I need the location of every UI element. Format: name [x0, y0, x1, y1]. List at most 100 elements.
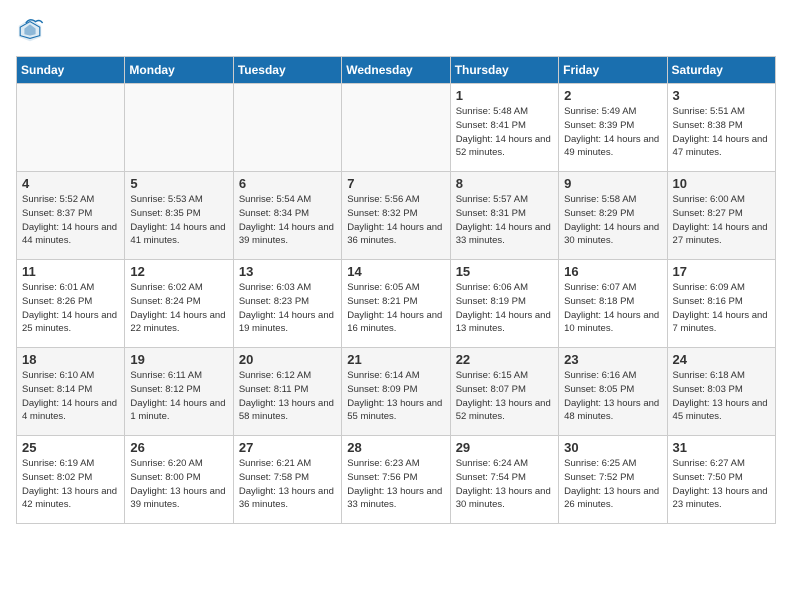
day-number: 10	[673, 176, 770, 191]
header-row: SundayMondayTuesdayWednesdayThursdayFrid…	[17, 57, 776, 84]
calendar-cell: 17 Sunrise: 6:09 AM Sunset: 8:16 PM Dayli…	[667, 260, 775, 348]
calendar-cell	[125, 84, 233, 172]
day-detail: Sunrise: 6:05 AM Sunset: 8:21 PM Dayligh…	[347, 281, 444, 336]
day-number: 19	[130, 352, 227, 367]
day-number: 21	[347, 352, 444, 367]
day-detail: Sunrise: 6:09 AM Sunset: 8:16 PM Dayligh…	[673, 281, 770, 336]
calendar-cell: 30 Sunrise: 6:25 AM Sunset: 7:52 PM Dayli…	[559, 436, 667, 524]
day-number: 4	[22, 176, 119, 191]
day-detail: Sunrise: 5:49 AM Sunset: 8:39 PM Dayligh…	[564, 105, 661, 160]
day-detail: Sunrise: 6:15 AM Sunset: 8:07 PM Dayligh…	[456, 369, 553, 424]
calendar-cell: 16Sunrise: 6:07 AM Sunset: 8:18 PM Dayli…	[559, 260, 667, 348]
calendar-cell: 31 Sunrise: 6:27 AM Sunset: 7:50 PM Dayli…	[667, 436, 775, 524]
day-detail: Sunrise: 6:16 AM Sunset: 8:05 PM Dayligh…	[564, 369, 661, 424]
day-number: 16	[564, 264, 661, 279]
day-number: 26	[130, 440, 227, 455]
day-detail: Sunrise: 6:12 AM Sunset: 8:11 PM Dayligh…	[239, 369, 336, 424]
calendar-cell: 2 Sunrise: 5:49 AM Sunset: 8:39 PM Daylig…	[559, 84, 667, 172]
calendar-cell: 14 Sunrise: 6:05 AM Sunset: 8:21 PM Dayli…	[342, 260, 450, 348]
day-number: 7	[347, 176, 444, 191]
calendar-week-row: 4 Sunrise: 5:52 AM Sunset: 8:37 PM Daylig…	[17, 172, 776, 260]
day-detail: Sunrise: 6:02 AM Sunset: 8:24 PM Dayligh…	[130, 281, 227, 336]
day-number: 31	[673, 440, 770, 455]
day-detail: Sunrise: 6:25 AM Sunset: 7:52 PM Dayligh…	[564, 457, 661, 512]
day-number: 5	[130, 176, 227, 191]
calendar-cell: 3 Sunrise: 5:51 AM Sunset: 8:38 PM Daylig…	[667, 84, 775, 172]
day-number: 11	[22, 264, 119, 279]
day-detail: Sunrise: 5:56 AM Sunset: 8:32 PM Dayligh…	[347, 193, 444, 248]
calendar-week-row: 18Sunrise: 6:10 AM Sunset: 8:14 PM Dayli…	[17, 348, 776, 436]
page-header	[16, 16, 776, 44]
calendar-cell: 15 Sunrise: 6:06 AM Sunset: 8:19 PM Dayli…	[450, 260, 558, 348]
day-detail: Sunrise: 5:48 AM Sunset: 8:41 PM Dayligh…	[456, 105, 553, 160]
calendar-cell	[342, 84, 450, 172]
day-number: 25	[22, 440, 119, 455]
day-number: 18	[22, 352, 119, 367]
day-detail: Sunrise: 6:01 AM Sunset: 8:26 PM Dayligh…	[22, 281, 119, 336]
day-number: 17	[673, 264, 770, 279]
day-detail: Sunrise: 6:03 AM Sunset: 8:23 PM Dayligh…	[239, 281, 336, 336]
weekday-header: Thursday	[450, 57, 558, 84]
calendar-cell: 22 Sunrise: 6:15 AM Sunset: 8:07 PM Dayli…	[450, 348, 558, 436]
day-number: 12	[130, 264, 227, 279]
day-detail: Sunrise: 5:53 AM Sunset: 8:35 PM Dayligh…	[130, 193, 227, 248]
calendar-cell: 25Sunrise: 6:19 AM Sunset: 8:02 PM Dayli…	[17, 436, 125, 524]
day-detail: Sunrise: 6:00 AM Sunset: 8:27 PM Dayligh…	[673, 193, 770, 248]
calendar-week-row: 25Sunrise: 6:19 AM Sunset: 8:02 PM Dayli…	[17, 436, 776, 524]
day-number: 28	[347, 440, 444, 455]
day-number: 20	[239, 352, 336, 367]
calendar-cell: 10 Sunrise: 6:00 AM Sunset: 8:27 PM Dayli…	[667, 172, 775, 260]
day-detail: Sunrise: 5:52 AM Sunset: 8:37 PM Dayligh…	[22, 193, 119, 248]
calendar-cell: 26 Sunrise: 6:20 AM Sunset: 8:00 PM Dayli…	[125, 436, 233, 524]
calendar-cell: 5 Sunrise: 5:53 AM Sunset: 8:35 PM Daylig…	[125, 172, 233, 260]
day-number: 23	[564, 352, 661, 367]
calendar-cell: 13 Sunrise: 6:03 AM Sunset: 8:23 PM Dayli…	[233, 260, 341, 348]
calendar-cell: 8 Sunrise: 5:57 AM Sunset: 8:31 PM Daylig…	[450, 172, 558, 260]
day-detail: Sunrise: 6:20 AM Sunset: 8:00 PM Dayligh…	[130, 457, 227, 512]
day-number: 2	[564, 88, 661, 103]
day-detail: Sunrise: 6:23 AM Sunset: 7:56 PM Dayligh…	[347, 457, 444, 512]
calendar-cell: 23 Sunrise: 6:16 AM Sunset: 8:05 PM Dayli…	[559, 348, 667, 436]
logo	[16, 16, 48, 44]
calendar-cell: 28 Sunrise: 6:23 AM Sunset: 7:56 PM Dayli…	[342, 436, 450, 524]
weekday-header: Tuesday	[233, 57, 341, 84]
calendar-week-row: 1 Sunrise: 5:48 AM Sunset: 8:41 PM Daylig…	[17, 84, 776, 172]
day-number: 24	[673, 352, 770, 367]
logo-icon	[16, 16, 44, 44]
calendar-week-row: 11 Sunrise: 6:01 AM Sunset: 8:26 PM Dayli…	[17, 260, 776, 348]
weekday-header: Sunday	[17, 57, 125, 84]
day-number: 15	[456, 264, 553, 279]
weekday-header: Monday	[125, 57, 233, 84]
day-number: 14	[347, 264, 444, 279]
calendar-cell: 4 Sunrise: 5:52 AM Sunset: 8:37 PM Daylig…	[17, 172, 125, 260]
weekday-header: Friday	[559, 57, 667, 84]
day-detail: Sunrise: 6:11 AM Sunset: 8:12 PM Dayligh…	[130, 369, 227, 424]
weekday-header: Saturday	[667, 57, 775, 84]
day-number: 9	[564, 176, 661, 191]
day-detail: Sunrise: 5:58 AM Sunset: 8:29 PM Dayligh…	[564, 193, 661, 248]
day-number: 27	[239, 440, 336, 455]
day-detail: Sunrise: 5:57 AM Sunset: 8:31 PM Dayligh…	[456, 193, 553, 248]
day-number: 22	[456, 352, 553, 367]
calendar-cell: 29Sunrise: 6:24 AM Sunset: 7:54 PM Dayli…	[450, 436, 558, 524]
calendar-cell: 7 Sunrise: 5:56 AM Sunset: 8:32 PM Daylig…	[342, 172, 450, 260]
calendar-cell: 24 Sunrise: 6:18 AM Sunset: 8:03 PM Dayli…	[667, 348, 775, 436]
calendar-cell: 19 Sunrise: 6:11 AM Sunset: 8:12 PM Dayli…	[125, 348, 233, 436]
calendar-cell: 1 Sunrise: 5:48 AM Sunset: 8:41 PM Daylig…	[450, 84, 558, 172]
day-detail: Sunrise: 6:14 AM Sunset: 8:09 PM Dayligh…	[347, 369, 444, 424]
day-number: 30	[564, 440, 661, 455]
day-detail: Sunrise: 6:24 AM Sunset: 7:54 PM Dayligh…	[456, 457, 553, 512]
day-number: 13	[239, 264, 336, 279]
day-detail: Sunrise: 6:21 AM Sunset: 7:58 PM Dayligh…	[239, 457, 336, 512]
day-detail: Sunrise: 6:27 AM Sunset: 7:50 PM Dayligh…	[673, 457, 770, 512]
calendar-cell	[17, 84, 125, 172]
day-detail: Sunrise: 5:51 AM Sunset: 8:38 PM Dayligh…	[673, 105, 770, 160]
day-detail: Sunrise: 6:18 AM Sunset: 8:03 PM Dayligh…	[673, 369, 770, 424]
day-detail: Sunrise: 6:06 AM Sunset: 8:19 PM Dayligh…	[456, 281, 553, 336]
day-number: 8	[456, 176, 553, 191]
calendar-table: SundayMondayTuesdayWednesdayThursdayFrid…	[16, 56, 776, 524]
calendar-cell: 27 Sunrise: 6:21 AM Sunset: 7:58 PM Dayli…	[233, 436, 341, 524]
calendar-cell: 9 Sunrise: 5:58 AM Sunset: 8:29 PM Daylig…	[559, 172, 667, 260]
day-number: 1	[456, 88, 553, 103]
day-number: 3	[673, 88, 770, 103]
